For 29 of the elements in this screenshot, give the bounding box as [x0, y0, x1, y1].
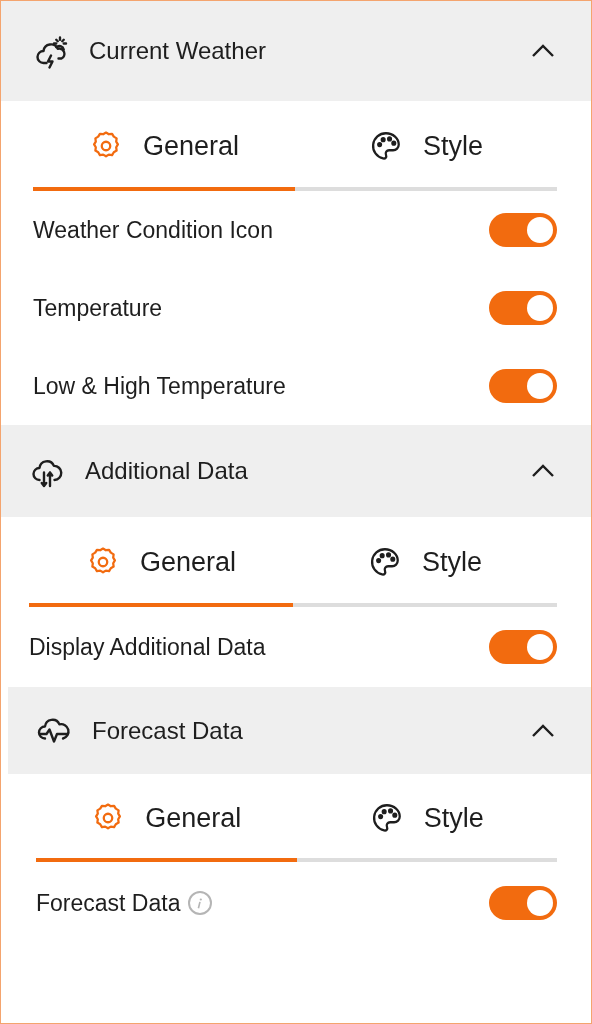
toggle-switch[interactable] — [489, 630, 557, 664]
tab[interactable]: General — [29, 517, 293, 607]
setting-label: Temperature — [33, 293, 163, 323]
tab[interactable]: General — [36, 774, 297, 862]
tab[interactable]: Style — [293, 517, 557, 607]
palette-icon — [368, 545, 402, 579]
chevron-up-icon[interactable] — [531, 44, 555, 58]
setting-label: Low & High Temperature — [33, 371, 286, 401]
section-header[interactable]: Current Weather — [1, 1, 591, 101]
section-title: Forecast Data — [92, 715, 244, 746]
toggle-switch[interactable] — [489, 213, 557, 247]
toggle-switch[interactable] — [489, 291, 557, 325]
setting-label: Forecast Data — [36, 888, 181, 918]
palette-icon — [369, 129, 403, 163]
setting-label: Display Additional Data — [29, 632, 266, 662]
toggle-switch[interactable] — [489, 369, 557, 403]
tab[interactable]: General — [33, 101, 295, 191]
chevron-up-icon[interactable] — [531, 723, 555, 738]
toggle-switch[interactable] — [489, 886, 557, 920]
tab[interactable]: Style — [295, 101, 557, 191]
tab[interactable]: Style — [296, 774, 557, 862]
info-icon[interactable] — [188, 891, 213, 915]
setting-label: Weather Condition Icon — [33, 215, 273, 245]
section-header[interactable]: Additional Data — [1, 425, 591, 517]
chevron-up-icon[interactable] — [531, 464, 555, 478]
cloud-sun-lightning-icon — [33, 33, 69, 69]
section-title: Current Weather — [89, 36, 267, 66]
section-title: Additional Data — [85, 456, 249, 486]
section-header[interactable]: Forecast Data — [8, 687, 591, 774]
